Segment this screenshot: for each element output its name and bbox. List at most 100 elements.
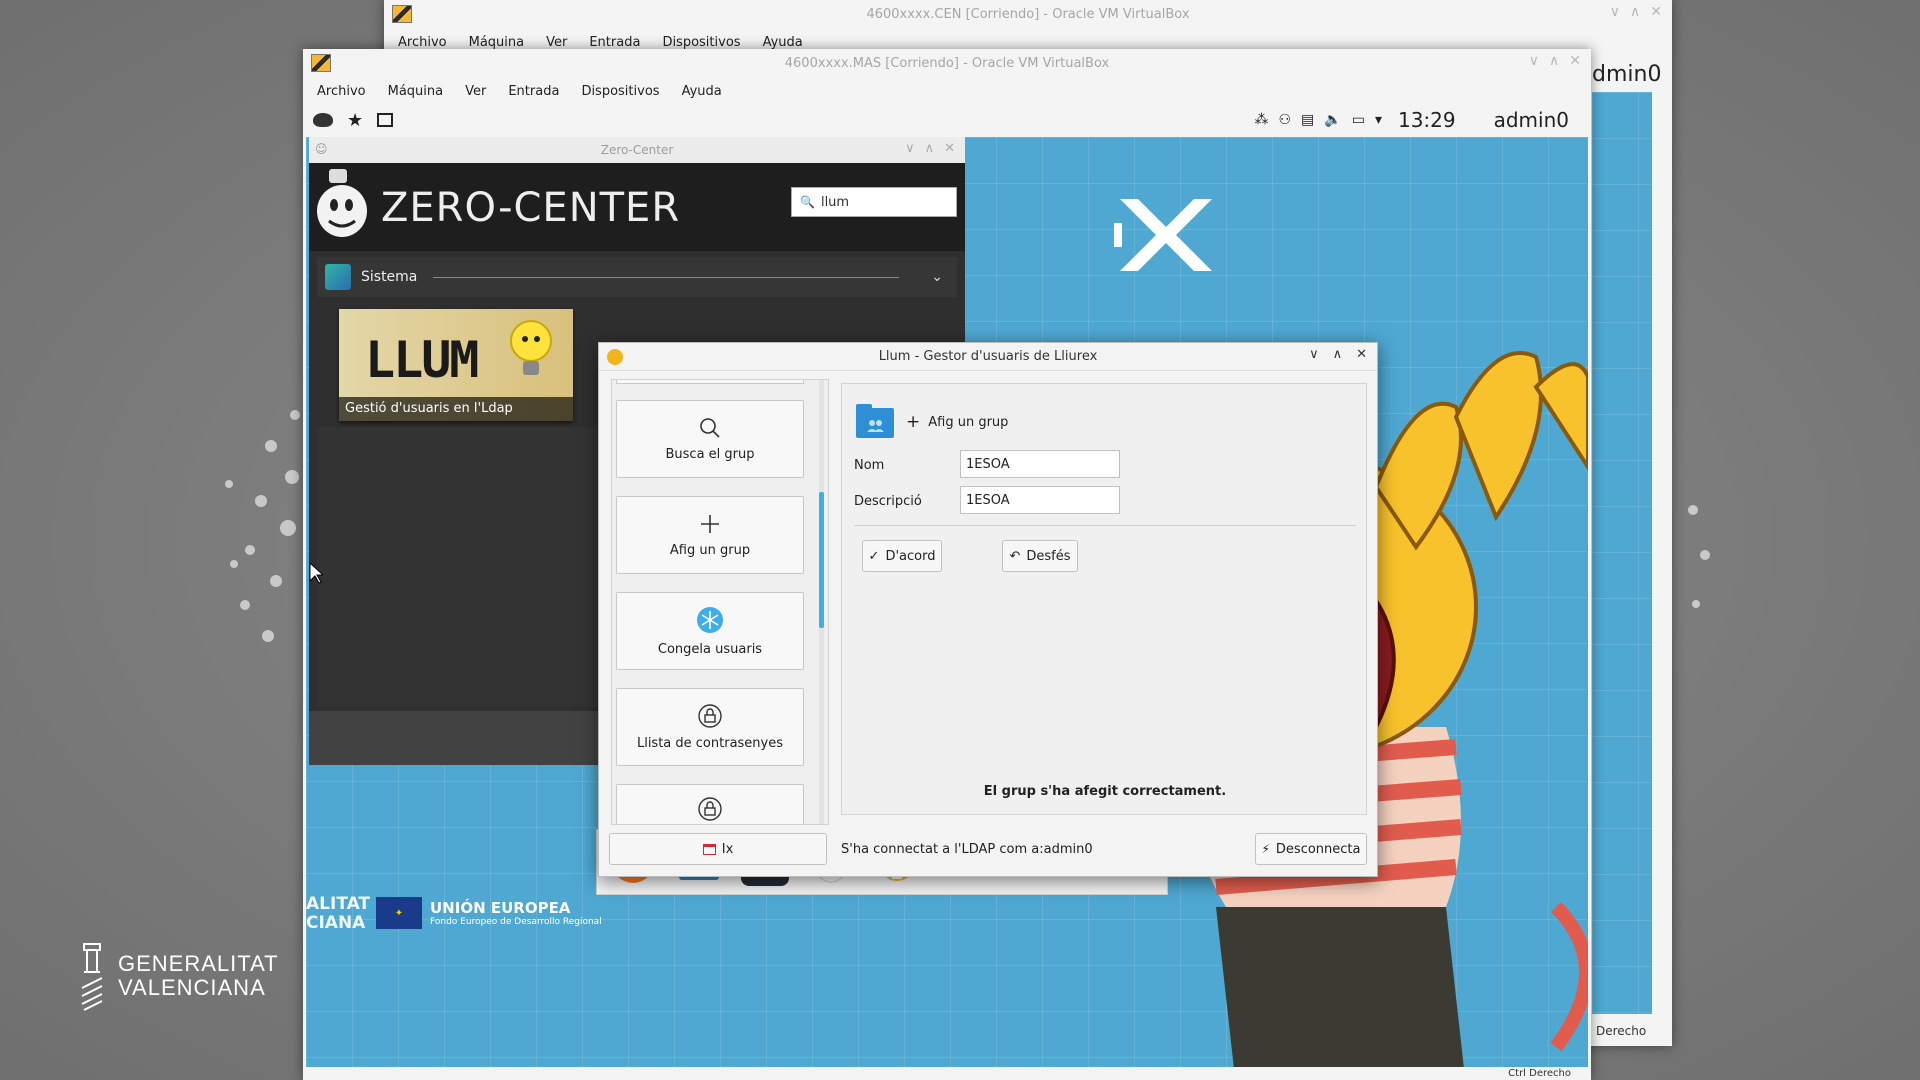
menu-ayuda[interactable]: Ayuda	[763, 35, 803, 50]
window-title: Zero-Center	[600, 143, 674, 157]
virtualbox-icon	[311, 54, 331, 72]
disconnect-icon: ⚡	[1261, 842, 1270, 856]
maximize-icon[interactable]: ∧	[1630, 4, 1640, 20]
clock[interactable]: 13:29	[1398, 108, 1456, 132]
menu-dispositivos[interactable]: Dispositivos	[581, 84, 659, 99]
vm-status-host-key: Derecho	[1596, 1024, 1647, 1038]
network-tray-icon[interactable]: ⁂	[1254, 112, 1268, 128]
menu-archivo[interactable]: Archivo	[398, 35, 447, 50]
user-label[interactable]: admin0	[1494, 108, 1569, 132]
connection-status: S'ha connectat a l'LDAP com a:admin0	[841, 842, 1093, 857]
search-value: llum	[820, 194, 850, 210]
sidebar-item-afig-un-grup[interactable]: Afig un grup	[616, 496, 804, 574]
descripcio-field[interactable]: 1ESOA	[960, 486, 1120, 514]
clipboard-tray-icon[interactable]: ▤	[1301, 112, 1314, 128]
sidebar-item-more[interactable]	[616, 784, 804, 824]
gv-fragment-line-1: ALITAT	[306, 894, 371, 914]
close-icon[interactable]: ✕	[1356, 347, 1367, 362]
vm-status-host-key: Ctrl Derecho	[1508, 1068, 1571, 1079]
sidebar-item-llista-de-contrasenyes[interactable]: Llista de contrasenyes	[616, 688, 804, 766]
menu-ayuda[interactable]: Ayuda	[682, 84, 722, 99]
guest-app-icon[interactable]	[313, 113, 333, 127]
sidebar-item-label: Afig un grup	[669, 542, 751, 558]
category-divider	[433, 276, 900, 278]
maximize-icon[interactable]: ∧	[1549, 53, 1559, 69]
ok-button[interactable]: ✓ D'acord	[862, 540, 942, 572]
menu-entrada[interactable]: Entrada	[508, 84, 559, 99]
minimize-icon[interactable]: ∨	[1529, 53, 1539, 69]
settings-category-icon	[325, 264, 351, 290]
undo-button[interactable]: ↶ Desfés	[1002, 540, 1078, 572]
close-icon[interactable]: ✕	[1569, 53, 1581, 69]
llum-sidebar: Busca el grup Afig un grup Congela usuar…	[611, 379, 829, 825]
close-icon[interactable]: ✕	[944, 141, 955, 156]
search-input[interactable]: 🔍 llum	[791, 187, 957, 217]
mouse-cursor-icon	[309, 561, 325, 584]
nom-field[interactable]: 1ESOA	[960, 450, 1120, 478]
sidebar-scrollbar-thumb[interactable]	[819, 492, 824, 628]
minimize-icon[interactable]: ∨	[905, 141, 915, 156]
gv-logo-fragment: ALITAT CIANA	[306, 895, 370, 933]
eu-logo: ✦ UNIÓN EUROPEA Fondo Europeo de Desarro…	[376, 897, 602, 929]
search-icon: 🔍	[800, 195, 815, 209]
volume-tray-icon[interactable]: 🔈	[1324, 112, 1341, 128]
disconnect-button[interactable]: ⚡ Desconnecta	[1255, 833, 1367, 865]
zero-center-mascot-icon	[315, 169, 369, 239]
menu-dispositivos[interactable]: Dispositivos	[662, 35, 740, 50]
undo-icon: ↶	[1009, 548, 1021, 564]
exit-label: Ix	[721, 841, 734, 857]
panel-heading: + Afig un grup	[906, 412, 1008, 432]
undo-label: Desfés	[1026, 548, 1071, 564]
menu-entrada[interactable]: Entrada	[589, 35, 640, 50]
app-tile-llum[interactable]: LLUM Gestió d'usuaris en l'Ldap	[339, 309, 573, 421]
window-title: 4600xxxx.CEN [Corriendo] - Oracle VM Vir…	[866, 6, 1190, 22]
success-message: El grup s'ha afegit correctament.	[983, 784, 1227, 799]
dialog-title: Llum - Gestor d'usuaris de Lliurex	[878, 349, 1098, 364]
vm-screen-cen[interactable]	[1592, 92, 1652, 1014]
snowflake-icon	[697, 606, 723, 633]
menu-ver[interactable]: Ver	[546, 35, 567, 50]
bluetooth-tray-icon[interactable]: ⚇	[1278, 112, 1291, 128]
window-icon[interactable]	[377, 113, 394, 127]
menu-archivo[interactable]: Archivo	[317, 84, 366, 99]
vm-user-label: dmin0	[1592, 62, 1662, 87]
sidebar-item-label: Llista de contrasenyes	[636, 735, 784, 751]
category-sistema[interactable]: Sistema ⌄	[317, 257, 957, 297]
generalitat-line-1: GENERALITAT	[118, 951, 279, 976]
generalitat-line-2: VALENCIANA	[118, 975, 266, 1000]
lightbulb-icon	[509, 319, 553, 381]
zero-center-icon: ☺	[315, 142, 328, 156]
menu-maquina[interactable]: Máquina	[388, 84, 444, 99]
plus-icon	[701, 514, 719, 533]
llum-app-icon	[607, 349, 623, 365]
check-icon: ✓	[868, 548, 880, 564]
display-tray-icon[interactable]: ▭	[1352, 112, 1365, 128]
maximize-icon[interactable]: ∧	[1333, 347, 1343, 362]
group-folder-icon	[856, 404, 894, 438]
star-icon[interactable]: ★	[347, 110, 363, 131]
descripcio-label: Descripció	[854, 494, 922, 509]
close-icon[interactable]: ✕	[1650, 4, 1662, 20]
maximize-icon[interactable]: ∧	[925, 141, 935, 156]
chevron-down-icon[interactable]: ▾	[1375, 112, 1382, 128]
eu-flag-icon: ✦	[376, 897, 422, 929]
minimize-icon[interactable]: ∨	[1610, 4, 1620, 20]
plus-icon: +	[906, 412, 921, 432]
vm-status-bar: Ctrl Derecho	[303, 1068, 1591, 1080]
sidebar-scrollbar[interactable]	[819, 380, 824, 824]
eu-title: UNIÓN EUROPEA	[430, 899, 571, 917]
chevron-down-icon[interactable]: ⌄	[931, 269, 943, 285]
menu-maquina[interactable]: Máquina	[469, 35, 525, 50]
minimize-icon[interactable]: ∨	[1309, 347, 1319, 362]
sidebar-item-busca-el-grup[interactable]: Busca el grup	[616, 400, 804, 478]
sidebar-item-label: Congela usuaris	[657, 641, 763, 657]
lock-icon	[698, 703, 722, 728]
zero-center-header: ZERO-CENTER 🔍 llum	[309, 163, 965, 251]
ok-label: D'acord	[885, 548, 936, 564]
sidebar-item-label: Busca el grup	[665, 446, 755, 462]
form-divider	[854, 525, 1356, 526]
menu-ver[interactable]: Ver	[465, 84, 486, 99]
zero-center-brand: ZERO-CENTER	[381, 185, 681, 231]
exit-button[interactable]: Ix	[609, 833, 827, 865]
sidebar-item-congela-usuaris[interactable]: Congela usuaris	[616, 592, 804, 670]
